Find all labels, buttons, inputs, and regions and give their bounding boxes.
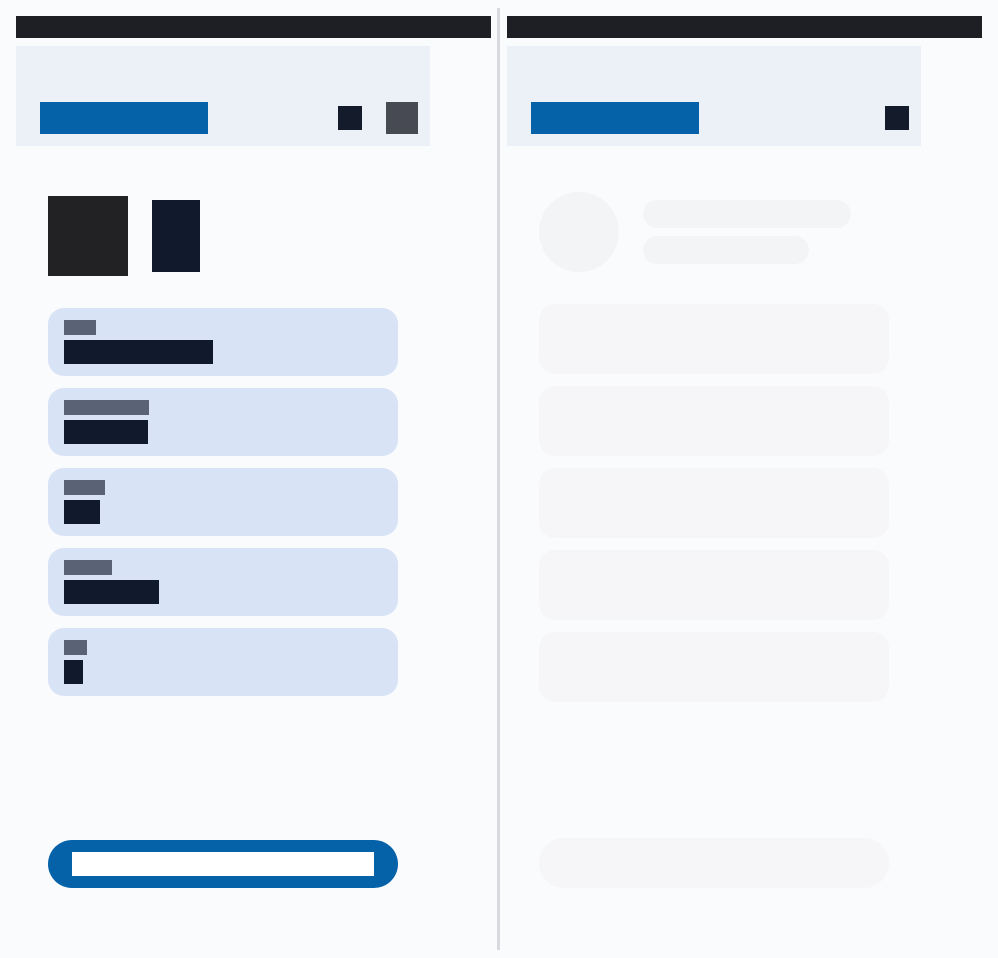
skeleton-card-5 xyxy=(539,632,889,702)
field-card-3[interactable] xyxy=(48,468,398,536)
field-card-5[interactable] xyxy=(48,628,398,696)
field-5-label xyxy=(64,640,87,655)
field-2-label xyxy=(64,400,149,415)
right-header xyxy=(507,46,921,146)
primary-action-label xyxy=(72,852,374,876)
primary-action-button[interactable] xyxy=(48,840,398,888)
right-title-bar xyxy=(507,16,982,38)
right-header-tab[interactable] xyxy=(531,102,699,134)
skeleton-subtitle-line xyxy=(643,236,809,264)
skeleton-button xyxy=(539,838,889,888)
skeleton-card-1 xyxy=(539,304,889,374)
skeleton-card-3 xyxy=(539,468,889,538)
profile-avatar xyxy=(48,196,128,276)
left-header-tab[interactable] xyxy=(40,102,208,134)
field-1-label xyxy=(64,320,96,335)
field-3-label xyxy=(64,480,105,495)
field-3-value xyxy=(64,500,100,524)
screen xyxy=(0,0,998,958)
skeleton-card-4 xyxy=(539,550,889,620)
left-header-menu-button[interactable] xyxy=(386,102,418,134)
left-title-bar xyxy=(16,16,491,38)
field-4-value xyxy=(64,580,159,604)
skeleton-title-line xyxy=(643,200,851,228)
skeleton-card-2 xyxy=(539,386,889,456)
left-header xyxy=(16,46,430,146)
field-5-value xyxy=(64,660,83,684)
skeleton-avatar xyxy=(539,192,619,272)
field-1-value xyxy=(64,340,213,364)
field-4-label xyxy=(64,560,112,575)
profile-badge xyxy=(152,200,200,272)
right-header-icon-button[interactable] xyxy=(885,106,909,130)
field-card-2[interactable] xyxy=(48,388,398,456)
field-card-1[interactable] xyxy=(48,308,398,376)
panel-divider xyxy=(497,8,500,950)
field-2-value xyxy=(64,420,148,444)
field-card-4[interactable] xyxy=(48,548,398,616)
left-header-icon-button[interactable] xyxy=(338,106,362,130)
